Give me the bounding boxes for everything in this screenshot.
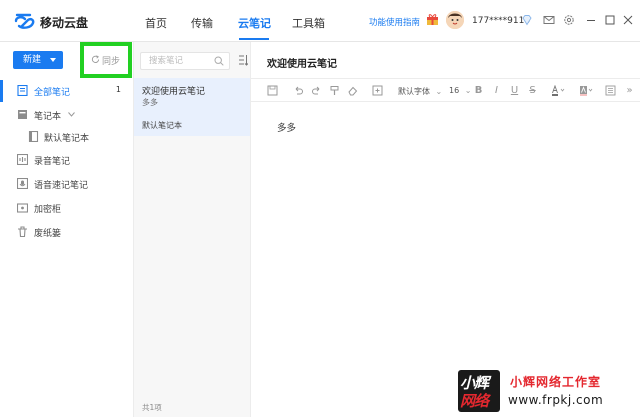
sidebar-item-label: 废纸篓 — [34, 229, 62, 239]
sidebar-item-all-notes[interactable]: 全部笔记 1 — [0, 80, 133, 102]
close-icon[interactable] — [622, 14, 634, 26]
sidebar-item-trash[interactable]: 废纸篓 — [0, 221, 133, 243]
refresh-icon — [91, 55, 100, 63]
sidebar-item-label: 全部笔记 — [34, 88, 71, 98]
chevron-down-icon — [50, 58, 56, 62]
maximize-icon[interactable] — [604, 14, 616, 26]
sidebar-item-label: 笔记本 — [34, 112, 62, 122]
active-tab-indicator — [239, 38, 269, 40]
mail-icon[interactable] — [543, 14, 555, 26]
note-body[interactable]: 多多 — [277, 120, 296, 134]
font-family-select[interactable]: 默认字体 ⌄ — [398, 86, 442, 97]
note-title-input[interactable]: 欢迎使用云笔记 — [267, 55, 337, 70]
highlight-color-icon[interactable] — [579, 85, 593, 96]
item-count: 共1项 — [142, 403, 162, 412]
sidebar-item-notebooks[interactable]: 笔记本 — [0, 104, 133, 126]
gift-icon[interactable] — [426, 13, 439, 26]
font-color-icon[interactable] — [551, 85, 565, 96]
trash-icon — [18, 226, 27, 237]
app-title: 移动云盘 — [40, 16, 89, 30]
tab-transfer[interactable]: 传输 — [191, 15, 213, 31]
watermark-name: 小辉网络工作室 — [510, 375, 602, 389]
italic-icon[interactable]: I — [491, 85, 502, 96]
font-size-value: 16 — [449, 86, 460, 95]
title-bar: 移动云盘 首页 传输 云笔记 工具箱 功能使用指南 177****9116 — [0, 0, 640, 42]
notebook-icon — [18, 110, 27, 119]
tab-cloud-notes[interactable]: 云笔记 — [238, 15, 271, 31]
notes-icon — [17, 85, 28, 96]
editor-panel: 欢迎使用云笔记 默认字体 ⌄ 16 ⌄ B I U S » 多多 — [251, 42, 640, 417]
undo-icon[interactable] — [293, 85, 304, 96]
search-icon[interactable] — [214, 56, 224, 66]
expand-icon[interactable]: » — [624, 85, 635, 96]
sidebar-item-audio-notes[interactable]: 录音笔记 — [0, 149, 133, 171]
avatar[interactable] — [446, 11, 464, 29]
font-family-value: 默认字体 — [398, 87, 430, 96]
cloud-logo-icon — [14, 13, 35, 29]
chevron-down-icon[interactable] — [68, 112, 75, 117]
watermark-logo-text-bottom: 网络 — [460, 392, 489, 410]
watermark-url: www.frpkj.com — [508, 393, 604, 407]
watermark-logo: 小辉 网络 — [458, 370, 500, 412]
diamond-icon[interactable] — [521, 14, 533, 26]
list-item[interactable]: 欢迎使用云笔记 多多 默认笔记本 — [134, 78, 250, 136]
sort-icon[interactable] — [238, 54, 248, 66]
note-title: 欢迎使用云笔记 — [142, 87, 206, 97]
sync-button[interactable]: 同步 — [91, 53, 123, 67]
editor-toolbar: 默认字体 ⌄ 16 ⌄ B I U S » — [251, 78, 640, 102]
insert-icon[interactable] — [372, 85, 383, 96]
feature-guide-link[interactable]: 功能使用指南 — [369, 16, 420, 28]
settings-icon[interactable] — [563, 14, 575, 26]
tab-toolbox[interactable]: 工具箱 — [292, 15, 325, 31]
search-placeholder: 搜索笔记 — [149, 56, 184, 66]
search-input[interactable]: 搜索笔记 — [140, 52, 230, 70]
note-preview: 多多 — [142, 98, 158, 107]
strikethrough-icon[interactable]: S — [527, 85, 538, 96]
tab-home[interactable]: 首页 — [145, 15, 167, 31]
bold-icon[interactable]: B — [473, 85, 484, 96]
eraser-icon[interactable] — [347, 85, 358, 96]
note-notebook: 默认笔记本 — [142, 121, 182, 130]
sidebar-item-label: 录音笔记 — [34, 157, 71, 167]
sync-label: 同步 — [102, 57, 121, 67]
sidebar-item-default-notebook[interactable]: 默认笔记本 — [0, 126, 133, 148]
underline-icon[interactable]: U — [509, 85, 520, 96]
format-painter-icon[interactable] — [329, 85, 340, 96]
minimize-icon[interactable] — [585, 14, 597, 26]
new-button[interactable]: 新建 — [13, 51, 63, 69]
voice-note-icon — [17, 178, 28, 189]
sidebar-item-label: 语音速记笔记 — [34, 181, 89, 191]
chevron-down-icon: ⌄ — [464, 86, 472, 95]
note-list-panel: 搜索笔记 欢迎使用云笔记 多多 默认笔记本 共1项 — [134, 42, 251, 417]
audio-note-icon — [17, 154, 28, 165]
save-icon[interactable] — [267, 85, 278, 96]
lock-icon — [17, 203, 28, 213]
font-size-select[interactable]: 16 ⌄ — [449, 86, 471, 95]
sync-highlight: 同步 — [80, 42, 132, 78]
note-count: 1 — [115, 85, 121, 94]
sidebar-item-voice-notes[interactable]: 语音速记笔记 — [0, 173, 133, 195]
sidebar-item-label: 加密柜 — [34, 205, 62, 215]
active-indicator — [0, 80, 3, 102]
redo-icon[interactable] — [311, 85, 322, 96]
chevron-down-icon: ⌄ — [435, 87, 443, 96]
sidebar-item-vault[interactable]: 加密柜 — [0, 197, 133, 219]
new-button-label: 新建 — [23, 55, 42, 65]
sidebar-item-label: 默认笔记本 — [44, 134, 90, 144]
sidebar: 新建 同步 全部笔记 1 笔记本 默认笔记本 录音笔记 语音速记笔记 加密柜 废… — [0, 42, 134, 417]
notebook-icon — [28, 131, 39, 142]
more-menu-icon[interactable] — [605, 85, 616, 96]
